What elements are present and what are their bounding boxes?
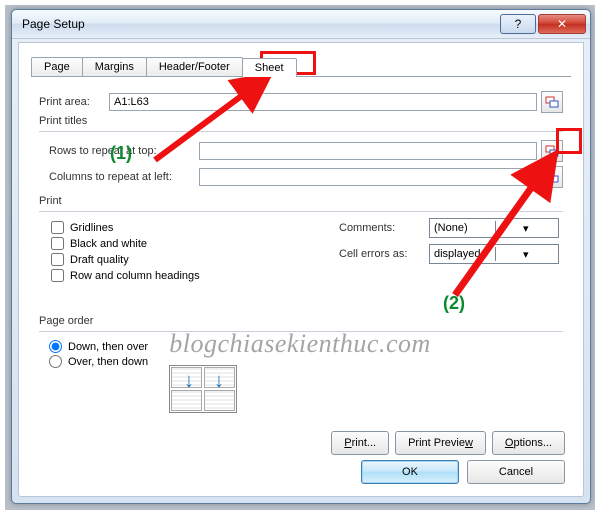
print-area-range-button[interactable] [541, 91, 563, 113]
page-order-heading: Page order [39, 315, 563, 327]
cols-repeat-input[interactable] [199, 168, 537, 186]
tab-strip: Page Margins Header/Footer Sheet [31, 57, 296, 76]
print-titles-heading: Print titles [39, 115, 563, 127]
help-button[interactable]: ? [500, 14, 536, 34]
print-area-input[interactable] [109, 93, 537, 111]
print-button[interactable]: Print... [331, 431, 389, 455]
cell-errors-dropdown[interactable]: displayed ▾ [429, 244, 559, 264]
tab-sheet[interactable]: Sheet [242, 58, 297, 77]
collapse-dialog-icon [545, 144, 559, 158]
close-button[interactable]: ✕ [538, 14, 586, 34]
collapse-dialog-icon [545, 95, 559, 109]
tab-header-footer[interactable]: Header/Footer [146, 57, 243, 76]
cancel-button[interactable]: Cancel [467, 460, 565, 484]
over-then-down-radio[interactable]: Over, then down [49, 355, 563, 368]
page-order-preview: ↓↓ [169, 365, 237, 413]
page-setup-dialog: Page Setup ? ✕ Page Margins Header/Foote… [11, 9, 591, 504]
tab-page[interactable]: Page [31, 57, 83, 76]
collapse-dialog-icon [545, 170, 559, 184]
comments-label: Comments: [339, 222, 429, 234]
chevron-down-icon: ▾ [495, 247, 557, 261]
ok-button[interactable]: OK [361, 460, 459, 484]
window-title: Page Setup [22, 17, 498, 31]
row-col-headings-checkbox[interactable]: Row and column headings [51, 269, 563, 282]
print-heading: Print [39, 195, 563, 207]
options-button[interactable]: Options... [492, 431, 565, 455]
chevron-down-icon: ▾ [495, 221, 557, 235]
rows-repeat-label: Rows to repeat at top: [39, 145, 199, 157]
cols-repeat-range-button[interactable] [541, 166, 563, 188]
print-area-label: Print area: [39, 96, 109, 108]
comments-dropdown[interactable]: (None) ▾ [429, 218, 559, 238]
tab-margins[interactable]: Margins [82, 57, 147, 76]
rows-repeat-input[interactable] [199, 142, 537, 160]
dialog-body: Page Margins Header/Footer Sheet Print a… [18, 42, 584, 497]
cell-errors-label: Cell errors as: [339, 248, 429, 260]
cols-repeat-label: Columns to repeat at left: [39, 171, 199, 183]
down-then-over-radio[interactable]: Down, then over [49, 340, 563, 353]
rows-repeat-range-button[interactable] [541, 140, 563, 162]
titlebar: Page Setup ? ✕ [12, 10, 590, 39]
print-preview-button[interactable]: Print Preview [395, 431, 486, 455]
